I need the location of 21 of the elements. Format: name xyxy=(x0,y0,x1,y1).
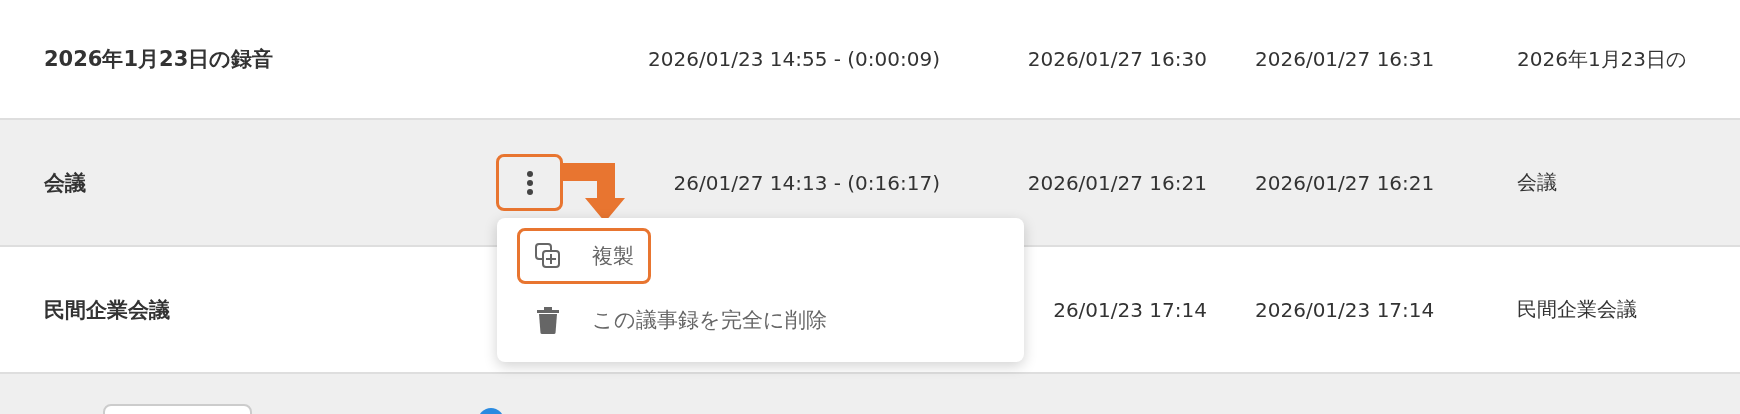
menu-item[interactable]: この議事録を完全に削除 xyxy=(517,292,844,348)
table-cell: 2026/01/23 14:55 - (0:00:09) xyxy=(648,47,940,71)
more-icon xyxy=(525,169,534,196)
recording-title: 民間企業会議 xyxy=(44,296,170,324)
copy-icon xyxy=(534,242,562,270)
table-cell: 2026/01/23 17:14 xyxy=(1255,297,1435,322)
recording-title: 2026年1月23日の録音 xyxy=(44,46,274,73)
table-cell: 2026/01/27 16:21 xyxy=(1255,170,1435,195)
table-cell: 26/01/27 14:13 - (0:16:17) xyxy=(673,170,940,195)
more-button[interactable] xyxy=(496,154,563,211)
table-cell: 2026/01/27 16:31 xyxy=(1255,47,1435,71)
table-cell: 26/01/23 17:14 xyxy=(1053,297,1207,322)
recording-title: 会議 xyxy=(44,169,86,197)
table-cell: 民間企業会議 xyxy=(1517,297,1637,321)
table-row[interactable]: 会議 26/01/27 14:13 - (0:16:17) 2026/01/27 16:21 2026/01/27 16:21 会議 xyxy=(0,120,1740,247)
table-cell: 2026/01/27 16:30 xyxy=(1027,47,1207,71)
table-cell: 2026/01/27 16:21 xyxy=(1027,170,1207,195)
table-cell: 2026年1月23日の xyxy=(1517,46,1687,71)
table-cell: 会議 xyxy=(1517,170,1557,194)
trash-icon xyxy=(534,305,562,335)
menu-item[interactable]: 複製 xyxy=(517,228,651,284)
